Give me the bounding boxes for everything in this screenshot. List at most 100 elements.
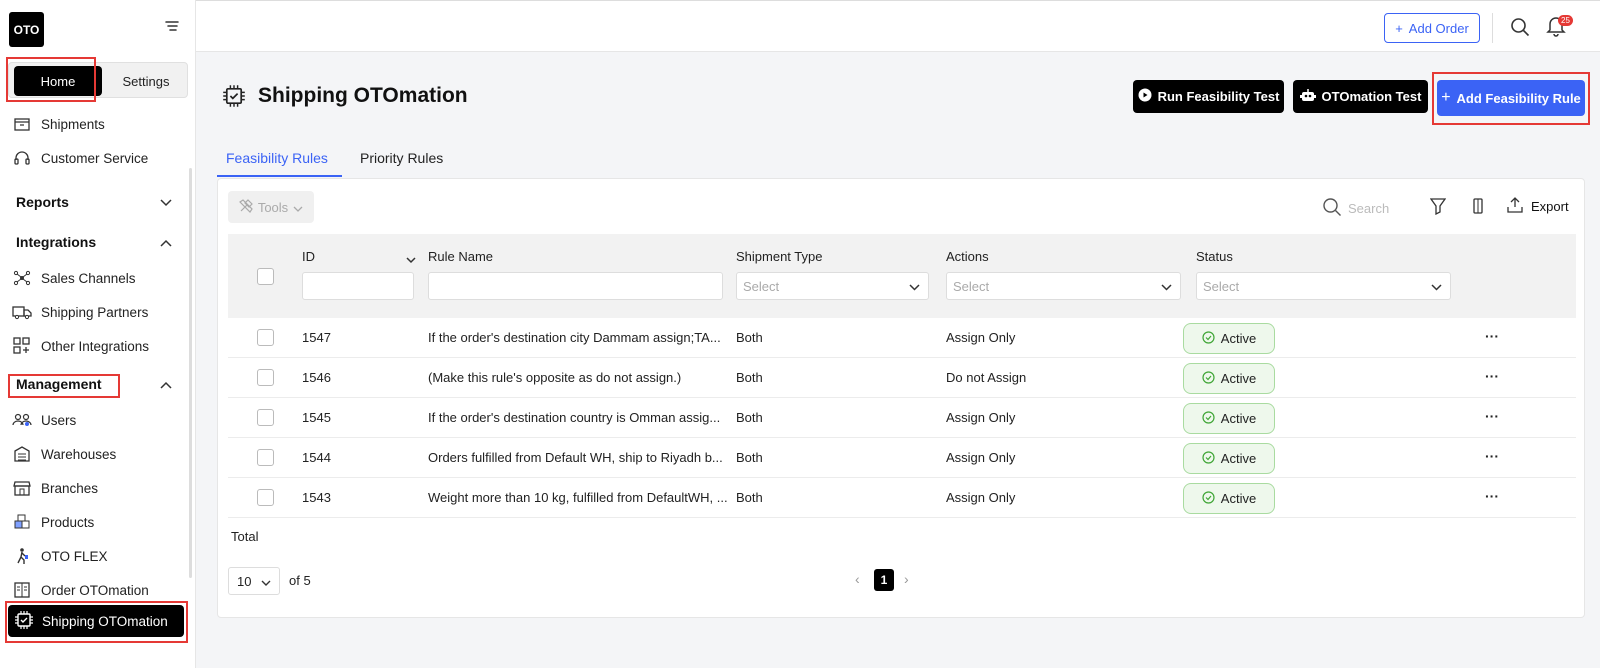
status-badge[interactable]: Active xyxy=(1183,443,1275,474)
sidebar-item-label: OTO FLEX xyxy=(41,548,108,564)
search-icon[interactable] xyxy=(1510,17,1530,40)
export-button[interactable]: Export xyxy=(1506,196,1569,217)
sidebar-item-shipping-otomation[interactable]: Shipping OTOmation xyxy=(8,605,184,637)
tools-icon xyxy=(238,198,253,216)
section-reports[interactable]: Reports xyxy=(16,194,172,210)
column-header-status[interactable]: Status xyxy=(1196,249,1233,264)
shipment-type: Both xyxy=(736,450,763,465)
more-options-icon[interactable]: ··· xyxy=(1485,448,1499,464)
more-options-icon[interactable]: ··· xyxy=(1485,328,1499,344)
shipment-type: Both xyxy=(736,330,763,345)
table-row[interactable]: 1544 Orders fulfilled from Default WH, s… xyxy=(228,438,1576,478)
page-size-select[interactable]: 10 xyxy=(228,567,280,595)
rule-name-filter-input[interactable] xyxy=(428,272,723,300)
home-tab[interactable]: Home xyxy=(14,66,102,96)
table-row[interactable]: 1543 Weight more than 10 kg, fulfilled f… xyxy=(228,478,1576,518)
section-integrations[interactable]: Integrations xyxy=(16,234,172,250)
shipment-type: Both xyxy=(736,410,763,425)
export-label: Export xyxy=(1531,199,1569,214)
add-order-label: Add Order xyxy=(1408,20,1469,36)
actions-filter-select[interactable]: Select xyxy=(946,272,1181,300)
check-circle-icon xyxy=(1202,410,1215,427)
chevron-up-icon xyxy=(160,234,172,250)
table-row[interactable]: 1545 If the order's destination country … xyxy=(228,398,1576,438)
sidebar-item-branches[interactable]: Branches xyxy=(12,477,98,499)
more-options-icon[interactable]: ··· xyxy=(1485,488,1499,504)
oto-logo[interactable]: OTO xyxy=(9,12,44,47)
filter-icon[interactable] xyxy=(1429,197,1447,218)
network-icon xyxy=(12,268,32,288)
sidebar-item-other-integrations[interactable]: Other Integrations xyxy=(12,335,149,357)
sidebar-item-shipments[interactable]: Shipments xyxy=(12,113,105,135)
rule-name[interactable]: Weight more than 10 kg, fulfilled from D… xyxy=(428,490,728,505)
row-checkbox[interactable] xyxy=(257,489,274,506)
sidebar-item-users[interactable]: Users xyxy=(12,409,76,431)
more-options-icon[interactable]: ··· xyxy=(1485,368,1499,384)
sidebar-item-sales-channels[interactable]: Sales Channels xyxy=(12,267,136,289)
sidebar-scrollbar[interactable] xyxy=(189,168,192,578)
select-all-checkbox[interactable] xyxy=(257,268,274,285)
status-badge[interactable]: Active xyxy=(1183,483,1275,514)
status-filter-select[interactable]: Select xyxy=(1196,272,1451,300)
sidebar-item-order-otomation[interactable]: Order OTOmation xyxy=(12,579,149,601)
rule-name[interactable]: If the order's destination country is Om… xyxy=(428,410,728,425)
chevron-down-icon xyxy=(909,279,920,294)
sidebar-item-oto-flex[interactable]: OTO FLEX xyxy=(12,545,108,567)
rule-action: Assign Only xyxy=(946,450,1016,465)
export-icon xyxy=(1506,196,1524,217)
chevron-down-icon xyxy=(261,574,271,589)
tab-priority-rules[interactable]: Priority Rules xyxy=(360,150,443,166)
prev-page-icon[interactable]: ‹ xyxy=(855,571,860,587)
status-badge[interactable]: Active xyxy=(1183,323,1275,354)
row-checkbox[interactable] xyxy=(257,329,274,346)
sidebar-item-shipping-partners[interactable]: Shipping Partners xyxy=(12,301,148,323)
table-row[interactable]: 1546 (Make this rule's opposite as do no… xyxy=(228,358,1576,398)
walker-icon xyxy=(12,546,32,566)
section-management[interactable]: Management xyxy=(16,376,172,392)
add-feasibility-rule-button[interactable]: + Add Feasibility Rule xyxy=(1437,80,1585,116)
menu-collapse-icon[interactable] xyxy=(164,18,180,34)
column-header-shipment-type[interactable]: Shipment Type xyxy=(736,249,822,264)
home-settings-switch: Home Settings xyxy=(8,62,188,98)
row-checkbox[interactable] xyxy=(257,409,274,426)
status-badge[interactable]: Active xyxy=(1183,363,1275,394)
tab-feasibility-rules[interactable]: Feasibility Rules xyxy=(226,150,328,166)
settings-tab[interactable]: Settings xyxy=(107,66,185,96)
sidebar-item-customer-service[interactable]: Customer Service xyxy=(12,147,148,169)
sidebar-item-label: Warehouses xyxy=(41,446,117,462)
chevron-down-icon xyxy=(293,200,303,215)
sidebar-item-products[interactable]: Products xyxy=(12,511,94,533)
add-order-button[interactable]: + Add Order xyxy=(1384,13,1480,43)
table-search[interactable]: Search xyxy=(1322,197,1389,220)
chip-icon xyxy=(222,84,246,111)
id-filter-input[interactable] xyxy=(302,272,414,300)
table-row[interactable]: 1547 If the order's destination city Dam… xyxy=(228,318,1576,358)
chevron-down-icon[interactable] xyxy=(406,252,416,267)
column-settings-icon[interactable] xyxy=(1471,197,1485,218)
row-checkbox[interactable] xyxy=(257,369,274,386)
column-header-actions[interactable]: Actions xyxy=(946,249,989,264)
column-header-id[interactable]: ID xyxy=(302,249,315,264)
status-badge[interactable]: Active xyxy=(1183,403,1275,434)
plus-icon: + xyxy=(1395,20,1403,36)
sidebar-item-warehouses[interactable]: Warehouses xyxy=(12,443,116,465)
products-icon xyxy=(12,512,32,532)
rule-id: 1547 xyxy=(302,330,331,345)
tools-label: Tools xyxy=(257,199,289,215)
tools-dropdown[interactable]: Tools xyxy=(228,191,314,223)
row-checkbox[interactable] xyxy=(257,449,274,466)
rule-name[interactable]: If the order's destination city Dammam a… xyxy=(428,330,728,345)
rule-name[interactable]: (Make this rule's opposite as do not ass… xyxy=(428,370,728,385)
column-header-rule-name[interactable]: Rule Name xyxy=(428,249,493,264)
current-page-button[interactable]: 1 xyxy=(874,569,894,591)
run-feasibility-test-button[interactable]: Run Feasibility Test xyxy=(1133,80,1284,113)
search-input[interactable]: Search xyxy=(1348,201,1389,216)
rule-action: Assign Only xyxy=(946,330,1016,345)
status-label: Active xyxy=(1220,331,1257,346)
next-page-icon[interactable]: › xyxy=(904,571,909,587)
rule-name[interactable]: Orders fulfilled from Default WH, ship t… xyxy=(428,450,728,465)
chevron-down-icon xyxy=(1431,279,1442,294)
shipment-type-filter-select[interactable]: Select xyxy=(736,272,929,300)
more-options-icon[interactable]: ··· xyxy=(1485,408,1499,424)
otomation-test-button[interactable]: OTOmation Test xyxy=(1293,80,1428,113)
